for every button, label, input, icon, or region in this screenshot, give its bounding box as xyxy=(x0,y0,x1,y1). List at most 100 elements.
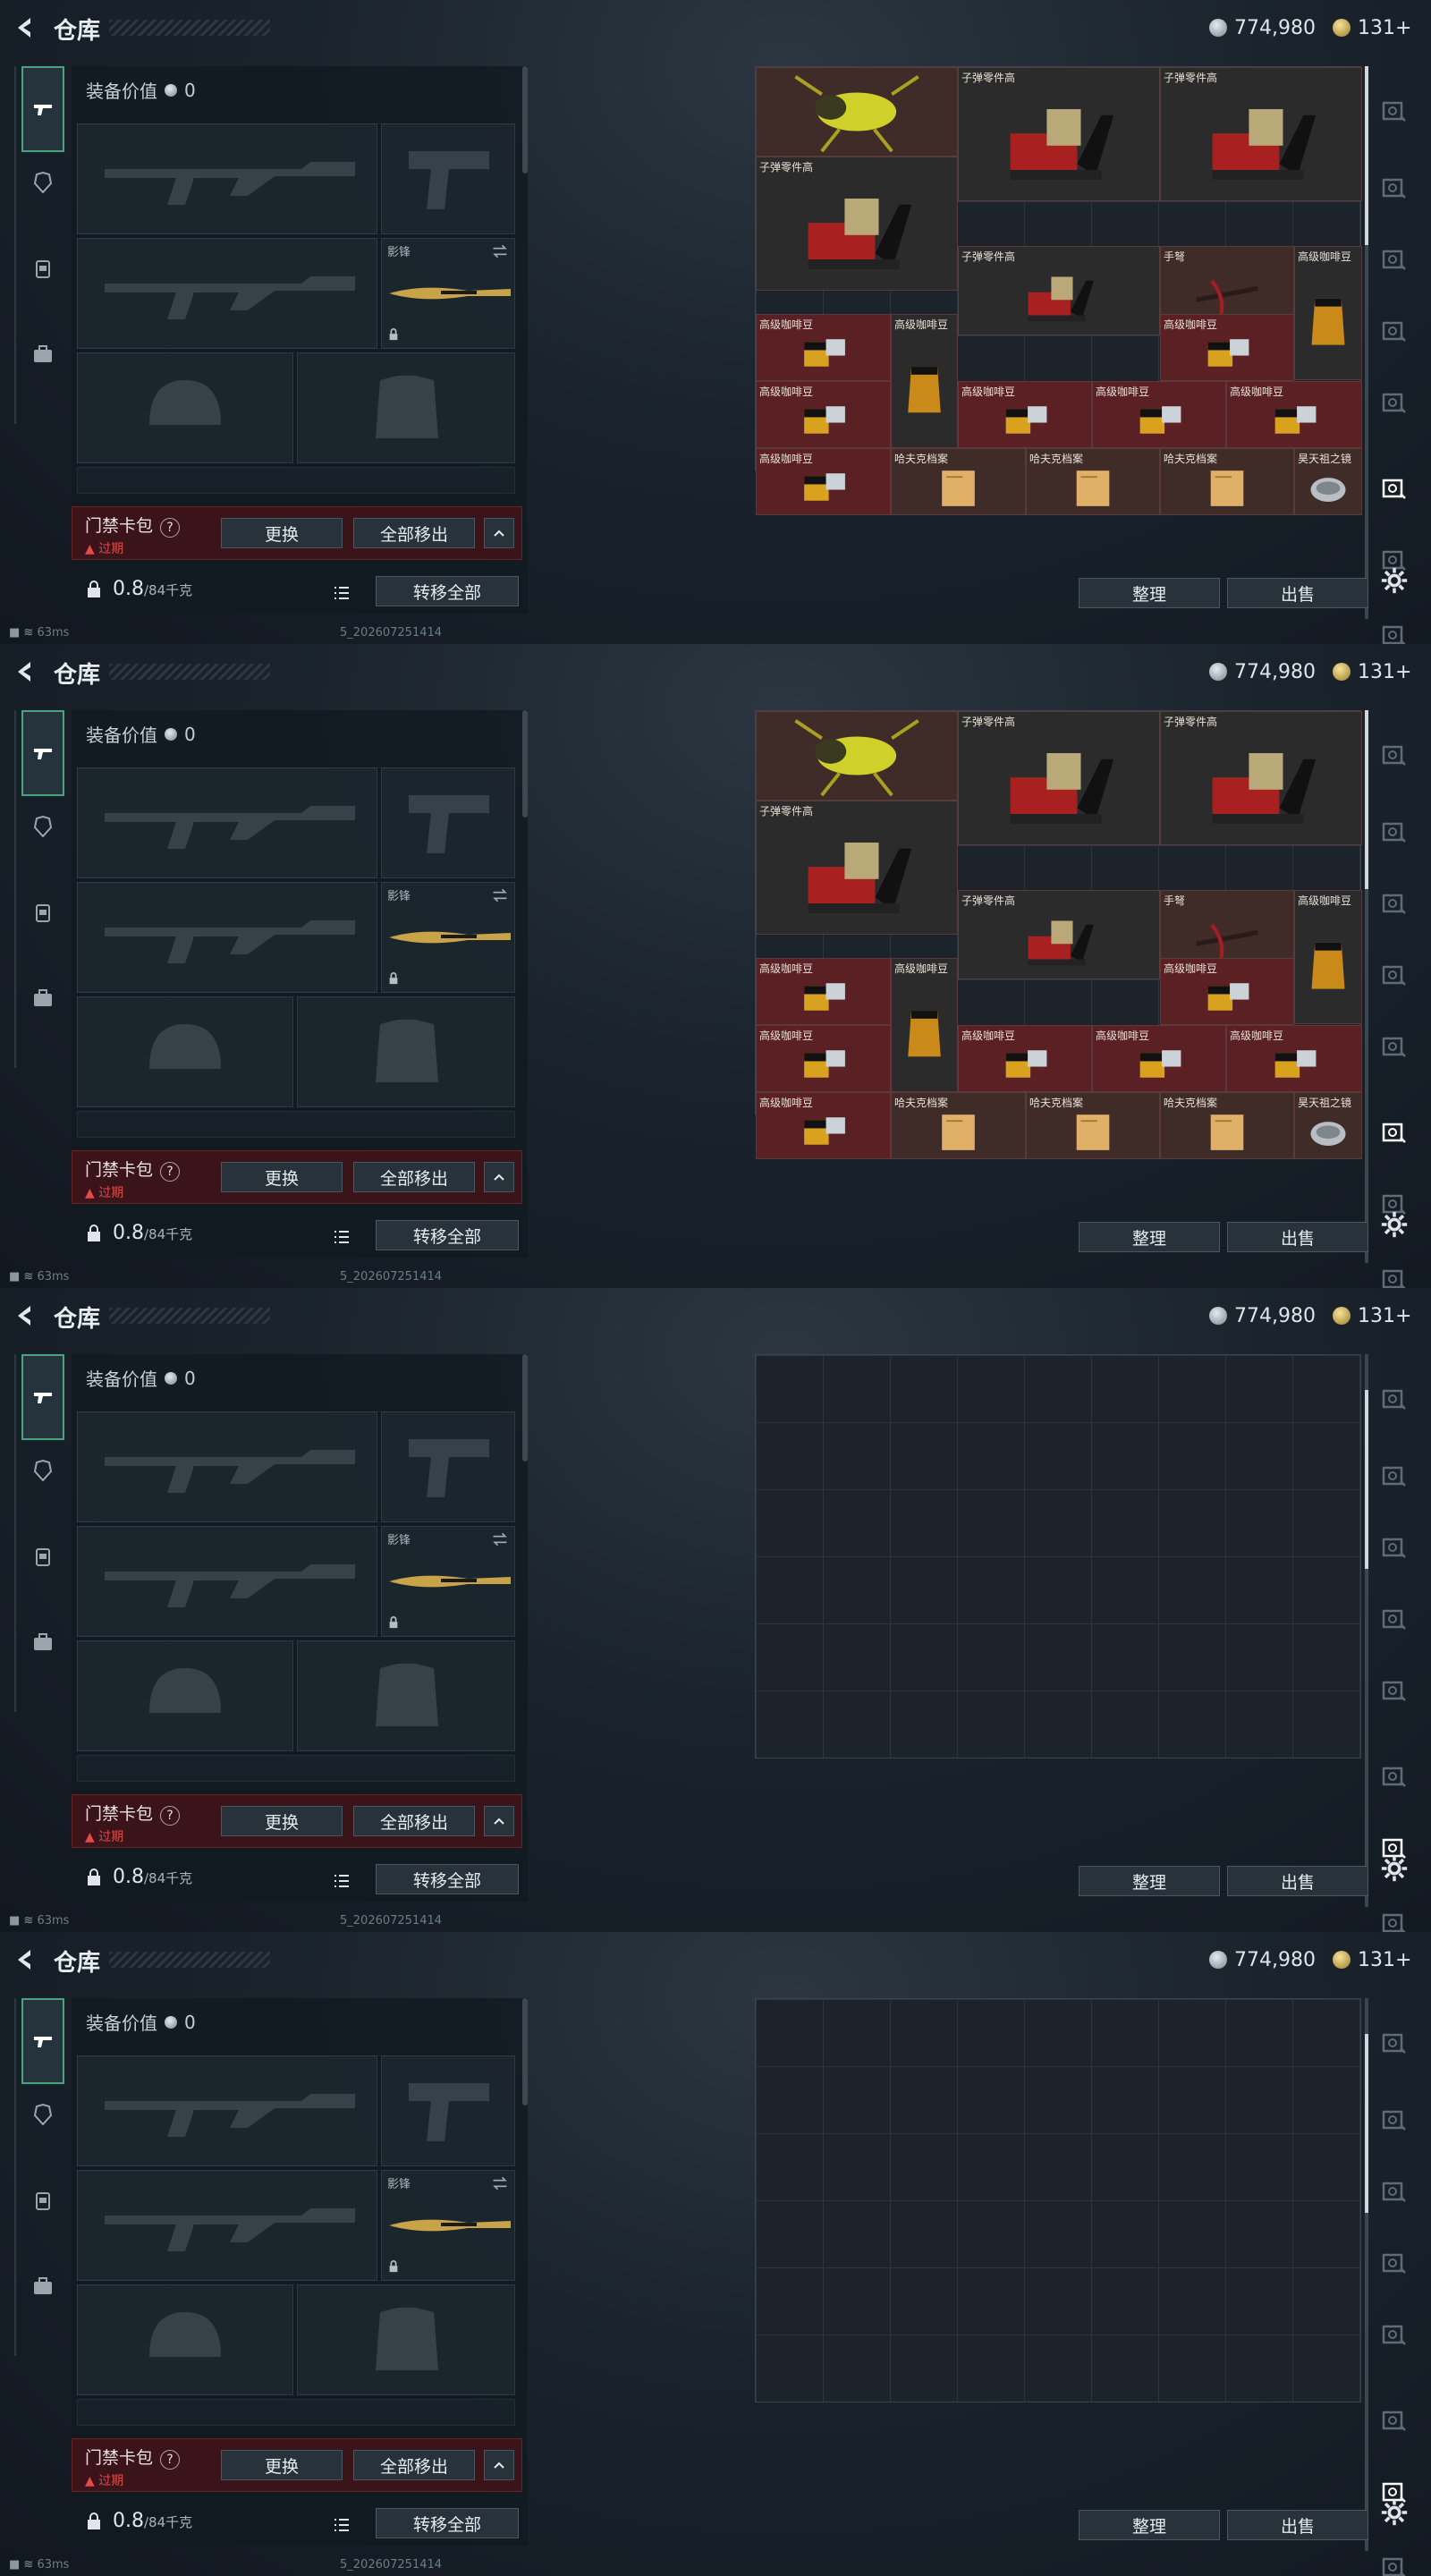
stash-page-tab[interactable] xyxy=(1374,2102,1413,2138)
settings-button[interactable] xyxy=(1379,1853,1410,1884)
melee-slot[interactable]: 影锋 xyxy=(381,1526,515,1637)
stash-page-tab[interactable] xyxy=(1374,385,1413,420)
sort-button[interactable]: 整理 xyxy=(1079,1222,1220,1252)
transfer-all-button[interactable]: 转移全部 xyxy=(376,576,519,606)
stash-item[interactable]: 哈夫克档案 xyxy=(1160,448,1294,515)
gold-currency[interactable]: 131+ xyxy=(1333,658,1411,685)
stash-item[interactable]: 子弹零件高 xyxy=(958,890,1160,979)
nav-weapon-tab[interactable] xyxy=(21,1998,64,2084)
stash-grid[interactable]: 子弹零件高 子弹零件高 子弹零件高 子弹零件高 手弩 高级咖啡豆 高级咖啡豆 高级咖啡豆 高级咖… xyxy=(755,710,1362,1159)
help-icon[interactable]: ? xyxy=(160,1162,181,1182)
stash-item[interactable]: 高级咖啡豆 xyxy=(756,314,891,381)
nav-weapon-tab[interactable] xyxy=(21,710,64,796)
swap-icon[interactable] xyxy=(491,2174,509,2192)
collapse-button[interactable] xyxy=(484,2450,514,2480)
stash-page-tab[interactable] xyxy=(1374,617,1413,644)
stash-item[interactable]: 高级咖啡豆 xyxy=(1226,1025,1362,1092)
list-view-button[interactable] xyxy=(331,1222,352,1252)
stash-item[interactable]: 高级咖啡豆 xyxy=(891,958,958,1092)
transfer-all-button[interactable]: 转移全部 xyxy=(376,2508,519,2538)
secondary-weapon-slot[interactable] xyxy=(77,882,377,993)
stash-page-tab[interactable] xyxy=(1374,1673,1413,1708)
collapse-button[interactable] xyxy=(484,1806,514,1836)
stash-scroll-thumb[interactable] xyxy=(1365,710,1368,889)
stash-page-tab[interactable] xyxy=(1374,1029,1413,1064)
help-icon[interactable]: ? xyxy=(160,518,181,538)
nav-armor-tab[interactable] xyxy=(21,161,64,204)
stash-item[interactable] xyxy=(756,67,958,157)
stash-grid[interactable] xyxy=(755,1354,1361,1758)
stash-page-tab[interactable] xyxy=(1374,93,1413,129)
sort-button[interactable]: 整理 xyxy=(1079,2510,1220,2540)
stash-scrollbar[interactable] xyxy=(1365,710,1368,1263)
sidearm-slot[interactable] xyxy=(381,767,515,878)
primary-weapon-slot[interactable] xyxy=(77,767,377,878)
remove-all-button[interactable]: 全部移出 xyxy=(353,518,475,548)
stash-item[interactable]: 高级咖啡豆 xyxy=(756,958,891,1025)
sell-button[interactable]: 出售 xyxy=(1227,2510,1368,2540)
stash-page-tab[interactable] xyxy=(1374,2245,1413,2281)
stash-item[interactable]: 子弹零件高 xyxy=(1160,711,1362,845)
back-button[interactable] xyxy=(13,1302,39,1329)
helmet-slot[interactable] xyxy=(77,996,293,1107)
stash-page-tab[interactable] xyxy=(1374,814,1413,850)
stash-page-tab[interactable] xyxy=(1374,1905,1413,1932)
stash-item[interactable]: 高级咖啡豆 xyxy=(756,1025,891,1092)
nav-weapon-tab[interactable] xyxy=(21,66,64,152)
stash-page-tab[interactable] xyxy=(1374,2174,1413,2209)
swap-icon[interactable] xyxy=(491,1530,509,1548)
back-button[interactable] xyxy=(13,1946,39,1973)
body-armor-slot[interactable] xyxy=(297,352,515,463)
nav-armor-tab[interactable] xyxy=(21,805,64,848)
stash-item[interactable]: 子弹零件高 xyxy=(958,67,1160,201)
secondary-weapon-slot[interactable] xyxy=(77,2170,377,2281)
stash-item[interactable]: 子弹零件高 xyxy=(1160,67,1362,201)
collapse-button[interactable] xyxy=(484,1162,514,1192)
stash-item[interactable]: 哈夫克档案 xyxy=(1160,1092,1294,1159)
nav-armor-tab[interactable] xyxy=(21,2093,64,2136)
stash-page-tab[interactable] xyxy=(1374,313,1413,349)
helmet-slot[interactable] xyxy=(77,1640,293,1751)
back-button[interactable] xyxy=(13,658,39,685)
gold-currency[interactable]: 131+ xyxy=(1333,1302,1411,1329)
swap-icon[interactable] xyxy=(491,886,509,904)
nav-weapon-tab[interactable] xyxy=(21,1354,64,1440)
stash-item[interactable]: 高级咖啡豆 xyxy=(756,448,891,515)
back-button[interactable] xyxy=(13,14,39,41)
stash-page-tab[interactable] xyxy=(1374,1530,1413,1565)
stash-item[interactable]: 高级咖啡豆 xyxy=(1092,381,1226,448)
stash-scrollbar[interactable] xyxy=(1365,66,1368,619)
nav-backpack-tab[interactable] xyxy=(21,891,64,934)
gold-currency[interactable]: 131+ xyxy=(1333,14,1411,41)
stash-item[interactable]: 哈夫克档案 xyxy=(1026,1092,1160,1159)
stash-item[interactable]: 高级咖啡豆 xyxy=(891,314,958,448)
stash-page-tab[interactable] xyxy=(1374,2402,1413,2438)
stash-item[interactable]: 子弹零件高 xyxy=(958,711,1160,845)
replace-button[interactable]: 更换 xyxy=(221,518,343,548)
stash-item[interactable]: 昊天祖之镜 xyxy=(1294,1092,1362,1159)
list-view-button[interactable] xyxy=(331,1866,352,1896)
chest-rig-slot[interactable] xyxy=(77,2399,515,2426)
stash-page-tab[interactable] xyxy=(1374,2549,1413,2576)
primary-weapon-slot[interactable] xyxy=(77,1411,377,1522)
stash-page-tab[interactable] xyxy=(1374,170,1413,206)
stash-item[interactable]: 高级咖啡豆 xyxy=(958,381,1092,448)
nav-case-tab[interactable] xyxy=(21,2265,64,2308)
body-armor-slot[interactable] xyxy=(297,1640,515,1751)
stash-page-tab[interactable] xyxy=(1374,737,1413,773)
sidearm-slot[interactable] xyxy=(381,123,515,234)
collapse-button[interactable] xyxy=(484,518,514,548)
list-view-button[interactable] xyxy=(331,2510,352,2540)
list-view-button[interactable] xyxy=(331,578,352,608)
nav-case-tab[interactable] xyxy=(21,1621,64,1664)
stash-grid[interactable] xyxy=(755,1998,1361,2402)
sort-button[interactable]: 整理 xyxy=(1079,1866,1220,1896)
settings-button[interactable] xyxy=(1379,565,1410,596)
body-armor-slot[interactable] xyxy=(297,2284,515,2395)
nav-case-tab[interactable] xyxy=(21,977,64,1020)
stash-scroll-thumb[interactable] xyxy=(1365,66,1368,245)
help-icon[interactable]: ? xyxy=(160,2450,181,2470)
stash-item[interactable] xyxy=(756,711,958,801)
body-armor-slot[interactable] xyxy=(297,996,515,1107)
stash-scroll-thumb[interactable] xyxy=(1365,1390,1368,1569)
